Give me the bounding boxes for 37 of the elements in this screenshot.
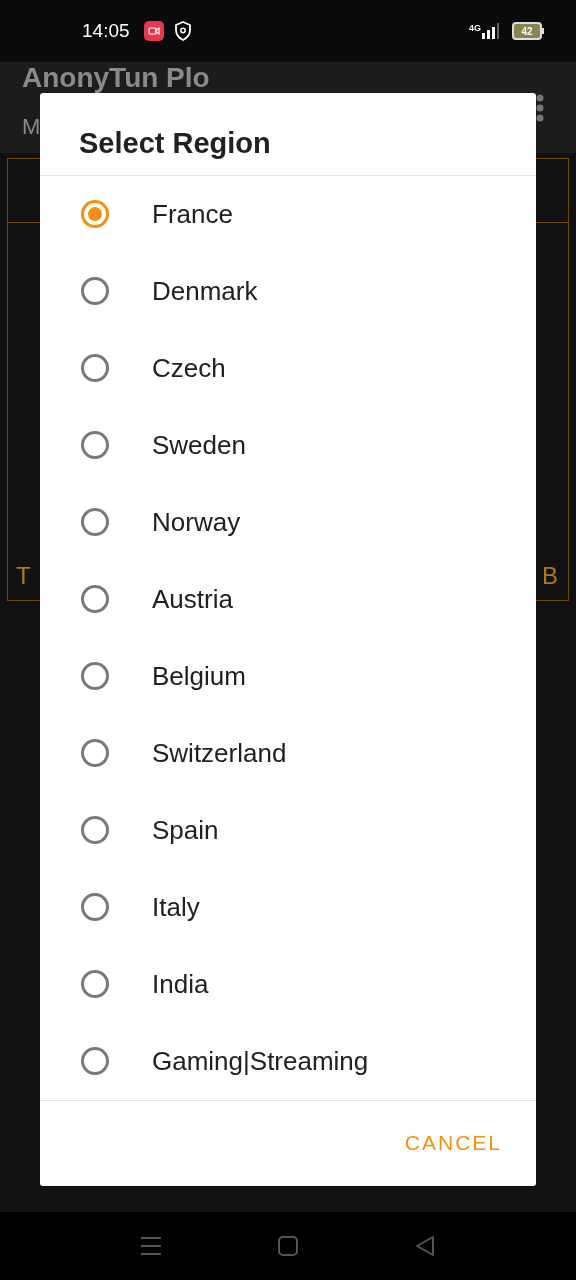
app-title: AnonyTun Plo (22, 63, 210, 92)
clock: 14:05 (82, 20, 130, 42)
app-subtitle: M (22, 114, 42, 140)
more-icon[interactable] (536, 93, 544, 122)
region-option[interactable]: Italy (40, 868, 536, 946)
radio-button[interactable] (81, 893, 109, 922)
radio-button[interactable] (81, 508, 109, 537)
radio-button[interactable] (81, 354, 109, 383)
panel-label: B (542, 562, 558, 590)
region-option[interactable]: Austria (40, 560, 536, 638)
region-option[interactable]: Norway (40, 483, 536, 561)
battery-icon: 42 (512, 22, 544, 40)
radio-button[interactable] (81, 585, 109, 614)
region-option[interactable]: Switzerland (40, 714, 536, 792)
region-option[interactable]: France (40, 175, 536, 253)
region-option[interactable]: Czech (40, 329, 536, 407)
region-option[interactable]: Denmark (40, 252, 536, 330)
radio-button[interactable] (81, 662, 109, 691)
region-option[interactable]: Gaming|Streaming (40, 1022, 536, 1100)
dialog-title: Select Region (40, 93, 536, 176)
radio-button[interactable] (81, 1047, 109, 1076)
back-icon[interactable] (414, 1235, 436, 1257)
radio-button[interactable] (81, 431, 109, 460)
menu-icon[interactable] (140, 1235, 162, 1257)
video-icon (143, 21, 164, 41)
shield-icon (173, 21, 192, 41)
radio-button[interactable] (81, 200, 109, 229)
region-option[interactable]: India (40, 945, 536, 1023)
radio-button[interactable] (81, 277, 109, 306)
radio-button[interactable] (81, 970, 109, 999)
radio-button[interactable] (81, 816, 109, 845)
region-option[interactable]: Spain (40, 791, 536, 869)
region-option[interactable]: Belgium (40, 637, 536, 715)
region-option[interactable]: Sweden (40, 406, 536, 484)
panel-label: T (16, 562, 31, 590)
radio-button[interactable] (81, 739, 109, 768)
home-icon[interactable] (277, 1235, 299, 1257)
